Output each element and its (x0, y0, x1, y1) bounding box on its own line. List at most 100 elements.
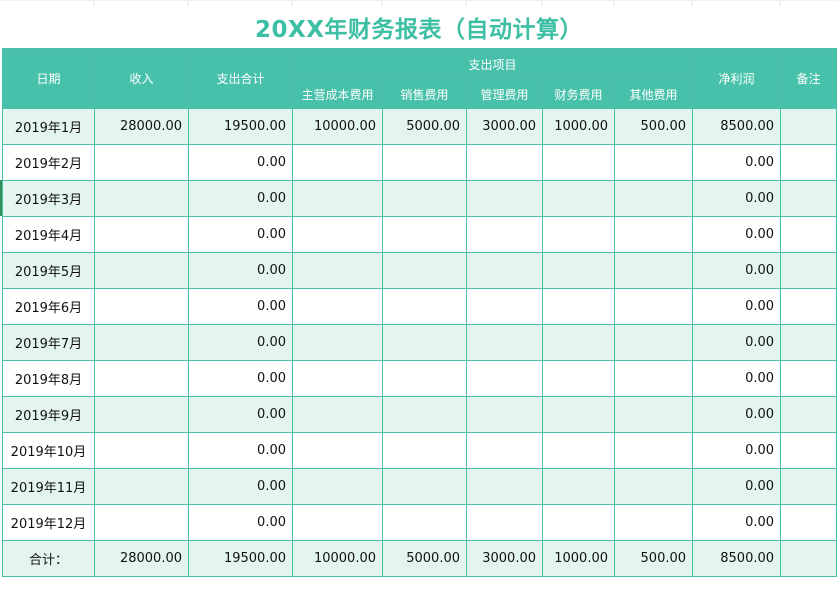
cell-expense-total[interactable]: 19500.00 (188, 540, 293, 577)
cell-other-cost[interactable] (613, 324, 694, 361)
cell-finance-cost[interactable] (542, 288, 615, 325)
cell-income[interactable] (94, 324, 189, 361)
cell-expense-total[interactable]: 0.00 (188, 432, 293, 469)
cell-date[interactable]: 2019年6月 (2, 288, 95, 325)
cell-income[interactable] (94, 144, 189, 181)
cell-admin-cost[interactable] (466, 216, 543, 253)
header-income[interactable]: 收入 (94, 48, 189, 109)
cell-sales-cost[interactable]: 5000.00 (382, 540, 467, 577)
cell-sales-cost[interactable] (382, 288, 467, 325)
cell-expense-total[interactable]: 0.00 (188, 144, 293, 181)
cell-notes[interactable] (780, 396, 838, 433)
cell-other-cost[interactable] (613, 360, 694, 397)
cell-income[interactable]: 28000.00 (94, 108, 189, 145)
cell-notes[interactable] (780, 288, 838, 325)
cell-expense-total[interactable]: 0.00 (188, 252, 293, 289)
cell-expense-total[interactable]: 0.00 (188, 324, 293, 361)
header-notes[interactable]: 备注 (780, 48, 838, 109)
cell-net-profit[interactable]: 0.00 (692, 180, 782, 217)
cell-income[interactable]: 28000.00 (94, 540, 189, 577)
cell-admin-cost[interactable]: 3000.00 (466, 540, 543, 577)
cell-admin-cost[interactable] (466, 468, 543, 505)
cell-expense-total[interactable]: 0.00 (188, 504, 293, 541)
cell-other-cost[interactable] (613, 468, 694, 505)
cell-income[interactable] (94, 396, 189, 433)
cell-expense-total[interactable]: 19500.00 (188, 108, 293, 145)
cell-other-cost[interactable] (613, 252, 694, 289)
cell-main-cost[interactable] (292, 324, 383, 361)
cell-expense-total[interactable]: 0.00 (188, 288, 293, 325)
cell-date[interactable]: 2019年9月 (2, 396, 95, 433)
header-other-cost[interactable]: 其他费用 (613, 79, 694, 109)
cell-main-cost[interactable] (292, 504, 383, 541)
cell-other-cost[interactable] (613, 504, 694, 541)
cell-net-profit[interactable]: 0.00 (692, 468, 782, 505)
cell-sales-cost[interactable] (382, 180, 467, 217)
header-expense-items[interactable]: 支出项目 (291, 48, 694, 80)
cell-income[interactable] (94, 432, 189, 469)
cell-income[interactable] (94, 288, 189, 325)
cell-sales-cost[interactable] (382, 360, 467, 397)
cell-expense-total[interactable]: 0.00 (188, 216, 293, 253)
cell-main-cost[interactable] (292, 360, 383, 397)
cell-income[interactable] (94, 360, 189, 397)
cell-notes[interactable] (780, 108, 838, 145)
cell-expense-total[interactable]: 0.00 (188, 468, 293, 505)
cell-finance-cost[interactable] (542, 216, 615, 253)
cell-expense-total[interactable]: 0.00 (188, 396, 293, 433)
cell-notes[interactable] (780, 216, 838, 253)
cell-sales-cost[interactable] (382, 216, 467, 253)
header-finance-cost[interactable]: 财务费用 (542, 79, 615, 109)
cell-main-cost[interactable] (292, 144, 383, 181)
cell-date[interactable]: 2019年8月 (2, 360, 95, 397)
cell-main-cost[interactable] (292, 180, 383, 217)
cell-net-profit[interactable]: 0.00 (692, 360, 782, 397)
cell-admin-cost[interactable] (466, 288, 543, 325)
cell-sales-cost[interactable]: 5000.00 (382, 108, 467, 145)
cell-net-profit[interactable]: 8500.00 (692, 108, 782, 145)
cell-main-cost[interactable] (292, 432, 383, 469)
cell-other-cost[interactable] (613, 432, 694, 469)
cell-sales-cost[interactable] (382, 252, 467, 289)
cell-notes[interactable] (780, 360, 838, 397)
cell-other-cost[interactable] (613, 288, 694, 325)
cell-net-profit[interactable]: 0.00 (692, 324, 782, 361)
header-expense-total[interactable]: 支出合计 (188, 48, 293, 109)
cell-date[interactable]: 2019年1月 (2, 108, 95, 145)
header-net-profit[interactable]: 净利润 (692, 48, 782, 109)
header-sales-cost[interactable]: 销售费用 (382, 79, 467, 109)
cell-finance-cost[interactable] (542, 252, 615, 289)
cell-other-cost[interactable]: 500.00 (613, 108, 694, 145)
cell-finance-cost[interactable] (542, 432, 615, 469)
cell-other-cost[interactable] (613, 180, 694, 217)
cell-notes[interactable] (780, 468, 838, 505)
cell-net-profit[interactable]: 0.00 (692, 144, 782, 181)
cell-date[interactable]: 2019年4月 (2, 216, 95, 253)
header-admin-cost[interactable]: 管理费用 (466, 79, 543, 109)
cell-finance-cost[interactable]: 1000.00 (542, 108, 615, 145)
cell-net-profit[interactable]: 8500.00 (692, 540, 782, 577)
cell-main-cost[interactable] (292, 288, 383, 325)
cell-other-cost[interactable] (613, 216, 694, 253)
cell-notes[interactable] (780, 252, 838, 289)
cell-main-cost[interactable]: 10000.00 (292, 108, 383, 145)
cell-sales-cost[interactable] (382, 144, 467, 181)
cell-other-cost[interactable] (613, 396, 694, 433)
cell-expense-total[interactable]: 0.00 (188, 360, 293, 397)
cell-net-profit[interactable]: 0.00 (692, 216, 782, 253)
cell-notes[interactable] (780, 324, 838, 361)
cell-income[interactable] (94, 468, 189, 505)
cell-date[interactable]: 2019年3月 (2, 180, 95, 217)
header-date[interactable]: 日期 (2, 48, 95, 109)
cell-notes[interactable] (780, 432, 838, 469)
cell-admin-cost[interactable] (466, 252, 543, 289)
cell-notes[interactable] (780, 504, 838, 541)
cell-date[interactable]: 2019年7月 (2, 324, 95, 361)
cell-admin-cost[interactable] (466, 144, 543, 181)
cell-net-profit[interactable]: 0.00 (692, 252, 782, 289)
cell-date[interactable]: 2019年2月 (2, 144, 95, 181)
cell-finance-cost[interactable]: 1000.00 (542, 540, 615, 577)
cell-date[interactable]: 2019年11月 (2, 468, 95, 505)
cell-notes[interactable] (780, 180, 838, 217)
report-title[interactable]: 20XX年财务报表（自动计算） (0, 6, 838, 48)
